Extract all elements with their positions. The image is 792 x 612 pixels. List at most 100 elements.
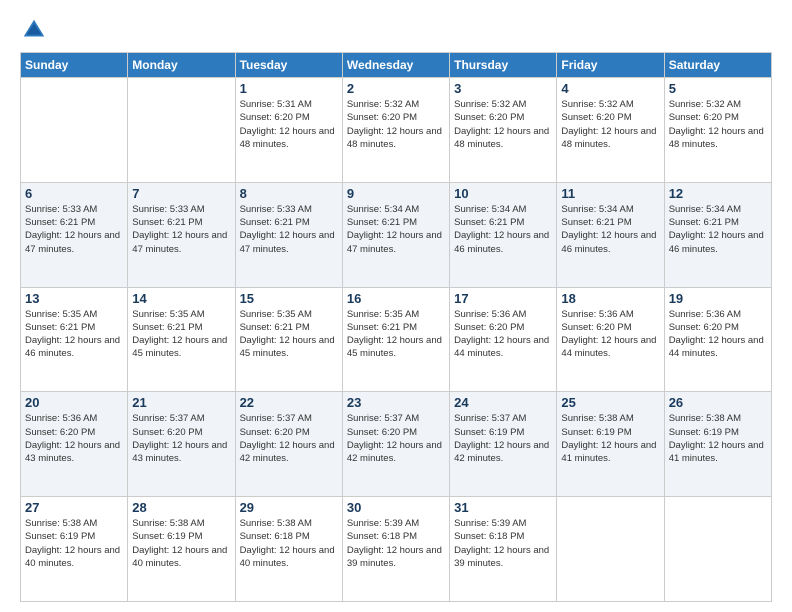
calendar-cell: 18 Sunrise: 5:36 AMSunset: 6:20 PMDayligh… xyxy=(557,287,664,392)
day-number: 6 xyxy=(25,186,123,201)
day-info: Sunrise: 5:34 AMSunset: 6:21 PMDaylight:… xyxy=(561,203,659,256)
weekday-header: Wednesday xyxy=(342,53,449,78)
day-info: Sunrise: 5:35 AMSunset: 6:21 PMDaylight:… xyxy=(347,308,445,361)
calendar-cell: 9 Sunrise: 5:34 AMSunset: 6:21 PMDaylight… xyxy=(342,182,449,287)
day-info: Sunrise: 5:35 AMSunset: 6:21 PMDaylight:… xyxy=(132,308,230,361)
day-number: 20 xyxy=(25,395,123,410)
day-info: Sunrise: 5:35 AMSunset: 6:21 PMDaylight:… xyxy=(25,308,123,361)
day-info: Sunrise: 5:39 AMSunset: 6:18 PMDaylight:… xyxy=(347,517,445,570)
weekday-header: Sunday xyxy=(21,53,128,78)
day-number: 10 xyxy=(454,186,552,201)
calendar-cell: 24Sunrise: 5:37 AMSunset: 6:19 PMDayligh… xyxy=(450,392,557,497)
calendar-table: SundayMondayTuesdayWednesdayThursdayFrid… xyxy=(20,52,772,602)
calendar-cell: 30 Sunrise: 5:39 AMSunset: 6:18 PMDayligh… xyxy=(342,497,449,602)
day-info: Sunrise: 5:37 AMSunset: 6:20 PMDaylight:… xyxy=(240,412,338,465)
day-info: Sunrise: 5:31 AMSunset: 6:20 PMDaylight:… xyxy=(240,98,338,151)
day-number: 1 xyxy=(240,81,338,96)
calendar-header-row: SundayMondayTuesdayWednesdayThursdayFrid… xyxy=(21,53,772,78)
day-number: 18 xyxy=(561,291,659,306)
day-number: 25 xyxy=(561,395,659,410)
day-number: 19 xyxy=(669,291,767,306)
calendar-cell: 16 Sunrise: 5:35 AMSunset: 6:21 PMDayligh… xyxy=(342,287,449,392)
day-info: Sunrise: 5:35 AMSunset: 6:21 PMDaylight:… xyxy=(240,308,338,361)
calendar-cell: 25 Sunrise: 5:38 AMSunset: 6:19 PMDayligh… xyxy=(557,392,664,497)
logo xyxy=(20,16,52,44)
calendar-cell: 4 Sunrise: 5:32 AMSunset: 6:20 PMDaylight… xyxy=(557,78,664,183)
day-info: Sunrise: 5:32 AMSunset: 6:20 PMDaylight:… xyxy=(454,98,552,151)
day-info: Sunrise: 5:39 AMSunset: 6:18 PMDaylight:… xyxy=(454,517,552,570)
calendar-week-row: 6 Sunrise: 5:33 AMSunset: 6:21 PMDaylight… xyxy=(21,182,772,287)
day-number: 5 xyxy=(669,81,767,96)
weekday-header: Monday xyxy=(128,53,235,78)
day-info: Sunrise: 5:36 AMSunset: 6:20 PMDaylight:… xyxy=(25,412,123,465)
calendar-cell xyxy=(128,78,235,183)
day-info: Sunrise: 5:34 AMSunset: 6:21 PMDaylight:… xyxy=(347,203,445,256)
calendar-week-row: 13 Sunrise: 5:35 AMSunset: 6:21 PMDayligh… xyxy=(21,287,772,392)
weekday-header: Saturday xyxy=(664,53,771,78)
day-number: 28 xyxy=(132,500,230,515)
day-number: 11 xyxy=(561,186,659,201)
calendar-week-row: 1 Sunrise: 5:31 AMSunset: 6:20 PMDaylight… xyxy=(21,78,772,183)
weekday-header: Tuesday xyxy=(235,53,342,78)
day-info: Sunrise: 5:36 AMSunset: 6:20 PMDaylight:… xyxy=(561,308,659,361)
day-info: Sunrise: 5:32 AMSunset: 6:20 PMDaylight:… xyxy=(561,98,659,151)
day-info: Sunrise: 5:32 AMSunset: 6:20 PMDaylight:… xyxy=(669,98,767,151)
calendar-cell: 5 Sunrise: 5:32 AMSunset: 6:20 PMDaylight… xyxy=(664,78,771,183)
day-number: 16 xyxy=(347,291,445,306)
calendar-cell: 14 Sunrise: 5:35 AMSunset: 6:21 PMDayligh… xyxy=(128,287,235,392)
day-info: Sunrise: 5:36 AMSunset: 6:20 PMDaylight:… xyxy=(669,308,767,361)
calendar-cell: 6 Sunrise: 5:33 AMSunset: 6:21 PMDaylight… xyxy=(21,182,128,287)
calendar-cell: 13 Sunrise: 5:35 AMSunset: 6:21 PMDayligh… xyxy=(21,287,128,392)
calendar-cell: 12 Sunrise: 5:34 AMSunset: 6:21 PMDayligh… xyxy=(664,182,771,287)
day-number: 21 xyxy=(132,395,230,410)
day-number: 26 xyxy=(669,395,767,410)
day-number: 2 xyxy=(347,81,445,96)
calendar-cell: 22 Sunrise: 5:37 AMSunset: 6:20 PMDayligh… xyxy=(235,392,342,497)
calendar-cell: 28 Sunrise: 5:38 AMSunset: 6:19 PMDayligh… xyxy=(128,497,235,602)
day-number: 12 xyxy=(669,186,767,201)
day-number: 7 xyxy=(132,186,230,201)
day-number: 24 xyxy=(454,395,552,410)
day-number: 9 xyxy=(347,186,445,201)
day-number: 30 xyxy=(347,500,445,515)
calendar-cell: 21 Sunrise: 5:37 AMSunset: 6:20 PMDayligh… xyxy=(128,392,235,497)
day-info: Sunrise: 5:38 AMSunset: 6:19 PMDaylight:… xyxy=(669,412,767,465)
calendar-cell: 26 Sunrise: 5:38 AMSunset: 6:19 PMDayligh… xyxy=(664,392,771,497)
calendar-cell xyxy=(664,497,771,602)
day-number: 14 xyxy=(132,291,230,306)
calendar-cell: 17Sunrise: 5:36 AMSunset: 6:20 PMDayligh… xyxy=(450,287,557,392)
calendar-cell: 23 Sunrise: 5:37 AMSunset: 6:20 PMDayligh… xyxy=(342,392,449,497)
calendar-cell xyxy=(557,497,664,602)
day-info: Sunrise: 5:34 AMSunset: 6:21 PMDaylight:… xyxy=(669,203,767,256)
day-number: 29 xyxy=(240,500,338,515)
calendar-cell: 10 Sunrise: 5:34 AMSunset: 6:21 PMDayligh… xyxy=(450,182,557,287)
calendar-cell: 3 Sunrise: 5:32 AMSunset: 6:20 PMDaylight… xyxy=(450,78,557,183)
day-number: 13 xyxy=(25,291,123,306)
weekday-header: Friday xyxy=(557,53,664,78)
day-number: 22 xyxy=(240,395,338,410)
day-number: 17 xyxy=(454,291,552,306)
day-info: Sunrise: 5:38 AMSunset: 6:18 PMDaylight:… xyxy=(240,517,338,570)
day-info: Sunrise: 5:34 AMSunset: 6:21 PMDaylight:… xyxy=(454,203,552,256)
calendar-cell xyxy=(21,78,128,183)
day-number: 23 xyxy=(347,395,445,410)
day-info: Sunrise: 5:37 AMSunset: 6:20 PMDaylight:… xyxy=(132,412,230,465)
calendar-cell: 7Sunrise: 5:33 AMSunset: 6:21 PMDaylight… xyxy=(128,182,235,287)
day-info: Sunrise: 5:33 AMSunset: 6:21 PMDaylight:… xyxy=(240,203,338,256)
day-info: Sunrise: 5:38 AMSunset: 6:19 PMDaylight:… xyxy=(25,517,123,570)
logo-icon xyxy=(20,16,48,44)
day-info: Sunrise: 5:38 AMSunset: 6:19 PMDaylight:… xyxy=(132,517,230,570)
day-info: Sunrise: 5:33 AMSunset: 6:21 PMDaylight:… xyxy=(25,203,123,256)
calendar-week-row: 27Sunrise: 5:38 AMSunset: 6:19 PMDayligh… xyxy=(21,497,772,602)
day-number: 3 xyxy=(454,81,552,96)
day-number: 4 xyxy=(561,81,659,96)
calendar-cell: 31Sunrise: 5:39 AMSunset: 6:18 PMDayligh… xyxy=(450,497,557,602)
day-number: 15 xyxy=(240,291,338,306)
calendar-cell: 27Sunrise: 5:38 AMSunset: 6:19 PMDayligh… xyxy=(21,497,128,602)
calendar-cell: 15 Sunrise: 5:35 AMSunset: 6:21 PMDayligh… xyxy=(235,287,342,392)
calendar-week-row: 20 Sunrise: 5:36 AMSunset: 6:20 PMDayligh… xyxy=(21,392,772,497)
day-info: Sunrise: 5:38 AMSunset: 6:19 PMDaylight:… xyxy=(561,412,659,465)
day-info: Sunrise: 5:37 AMSunset: 6:20 PMDaylight:… xyxy=(347,412,445,465)
calendar-cell: 29 Sunrise: 5:38 AMSunset: 6:18 PMDayligh… xyxy=(235,497,342,602)
day-number: 8 xyxy=(240,186,338,201)
